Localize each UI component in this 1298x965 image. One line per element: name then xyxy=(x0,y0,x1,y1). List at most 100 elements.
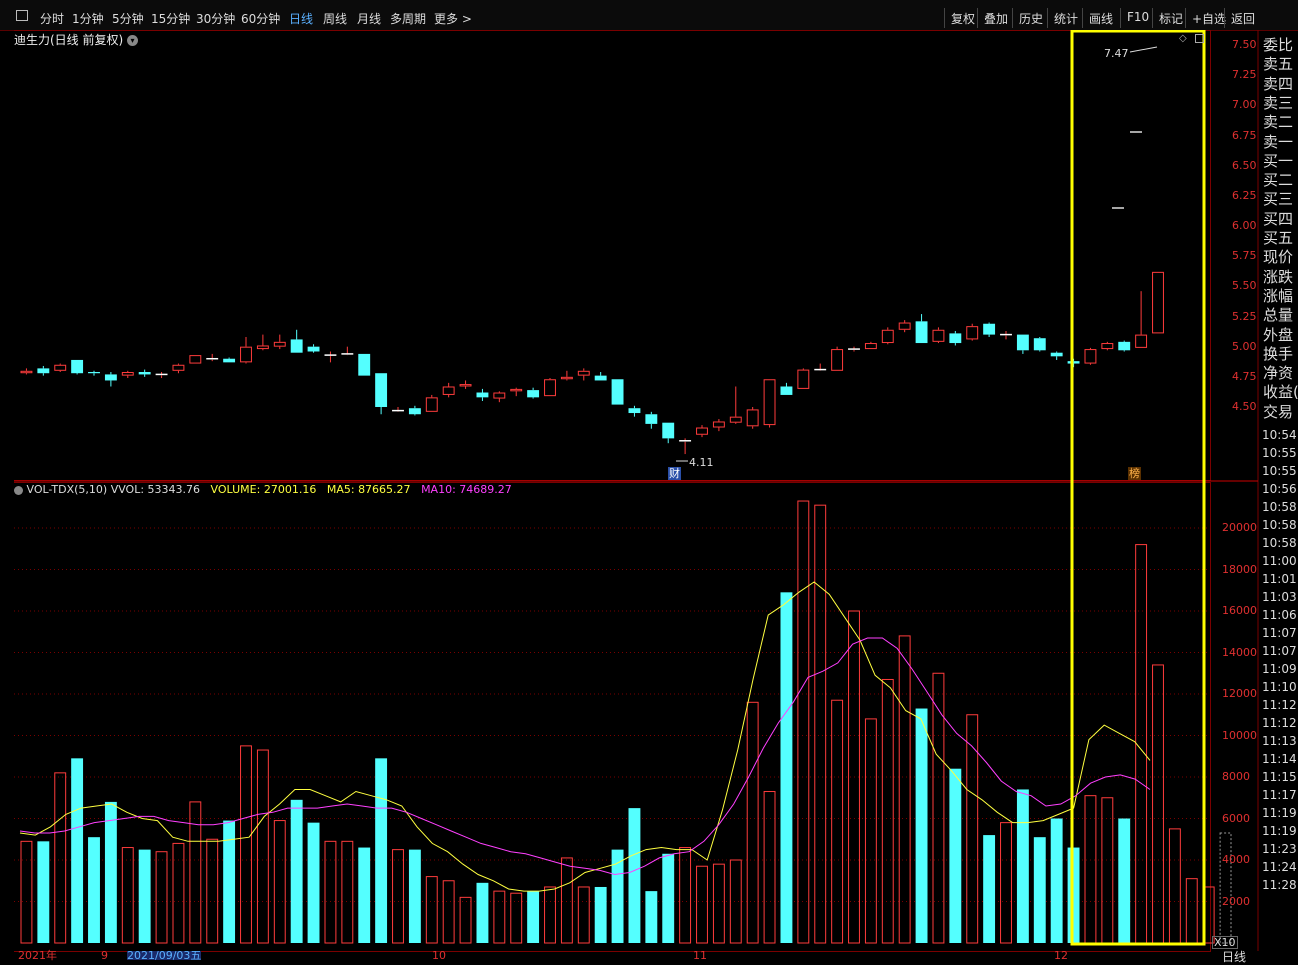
tab-period-5[interactable]: 60分钟 xyxy=(241,10,280,27)
volume-bar xyxy=(746,701,759,944)
quote-row-label[interactable]: 卖五 xyxy=(1263,53,1293,74)
quote-row-label[interactable]: 委比 xyxy=(1263,34,1293,55)
tick-time: 10:58 xyxy=(1262,536,1297,550)
low-price-marker: 4.11 xyxy=(689,456,714,469)
action-button-7[interactable]: +自选 xyxy=(1192,10,1226,27)
quote-row-label[interactable]: 现价 xyxy=(1263,246,1293,267)
volume-bar xyxy=(966,714,979,944)
candle xyxy=(1016,334,1029,354)
quote-row-label[interactable]: 换手 xyxy=(1263,343,1293,364)
date-tick-label: 2021年 xyxy=(18,949,57,962)
quote-row-label[interactable]: 总量 xyxy=(1263,304,1293,325)
candle xyxy=(763,379,776,428)
tick-time: 10:58 xyxy=(1262,500,1297,514)
candle xyxy=(172,363,185,374)
volume-bar xyxy=(408,849,421,943)
tab-period-8[interactable]: 月线 xyxy=(357,10,381,27)
date-tick-label: 9 xyxy=(101,949,108,962)
quote-row-label[interactable]: 涨幅 xyxy=(1263,285,1293,306)
volume-bar xyxy=(493,890,506,944)
price-tick-label: 4.50 xyxy=(1232,400,1257,413)
volume-bar xyxy=(88,837,100,943)
quote-row-label[interactable]: 买三 xyxy=(1263,188,1293,209)
tab-period-2[interactable]: 5分钟 xyxy=(112,10,144,27)
quote-row-label[interactable]: 买二 xyxy=(1263,169,1293,190)
action-button-4[interactable]: 画线 xyxy=(1089,10,1113,27)
price-tick-label: 7.50 xyxy=(1232,38,1257,51)
quote-row-label[interactable]: 卖二 xyxy=(1263,111,1293,132)
quote-row-label[interactable]: 买一 xyxy=(1263,150,1293,171)
tab-period-7[interactable]: 周线 xyxy=(323,10,347,27)
candle xyxy=(932,327,945,344)
quote-row-label[interactable]: 卖三 xyxy=(1263,92,1293,113)
volume-bar xyxy=(932,672,945,944)
tick-time: 11:03 xyxy=(1262,590,1297,604)
volume-bar xyxy=(1219,832,1232,944)
price-tick-label: 7.25 xyxy=(1232,68,1257,82)
candle xyxy=(37,365,50,376)
candle xyxy=(138,369,151,377)
high-price-marker: 7.47 xyxy=(1104,47,1129,60)
square-icon[interactable] xyxy=(1195,34,1204,43)
tab-period-0[interactable]: 分时 xyxy=(40,10,64,27)
quote-row-label[interactable]: 涨跌 xyxy=(1263,266,1293,287)
finance-badge[interactable]: 财 xyxy=(668,467,681,480)
diamond-icon[interactable]: ◇ xyxy=(1179,33,1187,44)
tab-period-3[interactable]: 15分钟 xyxy=(151,10,190,27)
action-button-2[interactable]: 历史 xyxy=(1019,10,1043,27)
volume-label: VOLUME: xyxy=(210,483,261,496)
ranking-badge[interactable]: 榜 xyxy=(1128,467,1141,480)
volume-bar xyxy=(155,851,168,944)
volume-bar xyxy=(37,841,50,943)
date-tick-label: 10 xyxy=(432,949,446,962)
action-button-5[interactable]: F10 xyxy=(1127,10,1149,24)
candle xyxy=(358,353,371,376)
tick-time: 10:54 xyxy=(1262,428,1297,442)
quote-row-label[interactable]: 净资 xyxy=(1263,362,1293,383)
price-tick-label: 6.25 xyxy=(1232,188,1257,202)
tick-time: 11:06 xyxy=(1262,608,1297,622)
volume-bar xyxy=(138,849,151,943)
candle xyxy=(881,327,894,345)
volume-bar xyxy=(611,849,624,943)
quote-row-label[interactable]: 交易 xyxy=(1263,401,1293,422)
toolbar-separator xyxy=(944,8,945,28)
tab-period-6[interactable]: 日线 xyxy=(289,10,313,27)
candle xyxy=(915,314,928,344)
action-button-6[interactable]: 标记 xyxy=(1159,10,1183,27)
volume-bar xyxy=(577,886,590,944)
quote-row-label[interactable]: 买五 xyxy=(1263,227,1293,248)
tab-period-10[interactable]: 更多 > xyxy=(434,10,472,27)
tab-period-9[interactable]: 多周期 xyxy=(390,10,426,27)
action-button-1[interactable]: 叠加 xyxy=(984,10,1008,27)
volume-legend: VOL-TDX(5,10) VVOL: 53343.76 VOLUME: 270… xyxy=(14,483,512,496)
tab-period-1[interactable]: 1分钟 xyxy=(72,10,104,27)
quote-row-label[interactable]: 买四 xyxy=(1263,208,1293,229)
candle xyxy=(1101,341,1114,351)
settings-icon[interactable] xyxy=(14,485,23,495)
tick-time: 11:13 xyxy=(1262,734,1297,748)
quote-row-label[interactable]: 卖一 xyxy=(1263,131,1293,152)
candle xyxy=(408,405,421,416)
action-button-3[interactable]: 统计 xyxy=(1054,10,1078,27)
quote-row-label[interactable]: 收益( xyxy=(1263,381,1298,402)
tick-time: 11:09 xyxy=(1262,662,1297,676)
tick-time: 11:14 xyxy=(1262,752,1297,766)
tab-period-4[interactable]: 30分钟 xyxy=(196,10,235,27)
volume-bar xyxy=(712,863,725,944)
date-tick-label: 11 xyxy=(693,949,707,962)
volume-tick-label: 6000 xyxy=(1222,811,1250,825)
window-icon[interactable] xyxy=(16,10,28,21)
volume-bar xyxy=(696,865,708,944)
tick-time: 11:01 xyxy=(1262,572,1297,586)
candle xyxy=(121,370,134,379)
quote-row-label[interactable]: 外盘 xyxy=(1263,324,1293,345)
ma5-label: MA5: xyxy=(326,483,355,496)
candle xyxy=(510,387,523,397)
action-button-0[interactable]: 复权 xyxy=(951,10,975,27)
action-button-8[interactable]: 返回 xyxy=(1231,10,1255,27)
candle xyxy=(679,438,692,455)
vol-indicator-name[interactable]: VOL-TDX(5,10) xyxy=(27,483,108,496)
quote-row-label[interactable]: 卖四 xyxy=(1263,73,1293,94)
volume-bar xyxy=(729,859,742,944)
